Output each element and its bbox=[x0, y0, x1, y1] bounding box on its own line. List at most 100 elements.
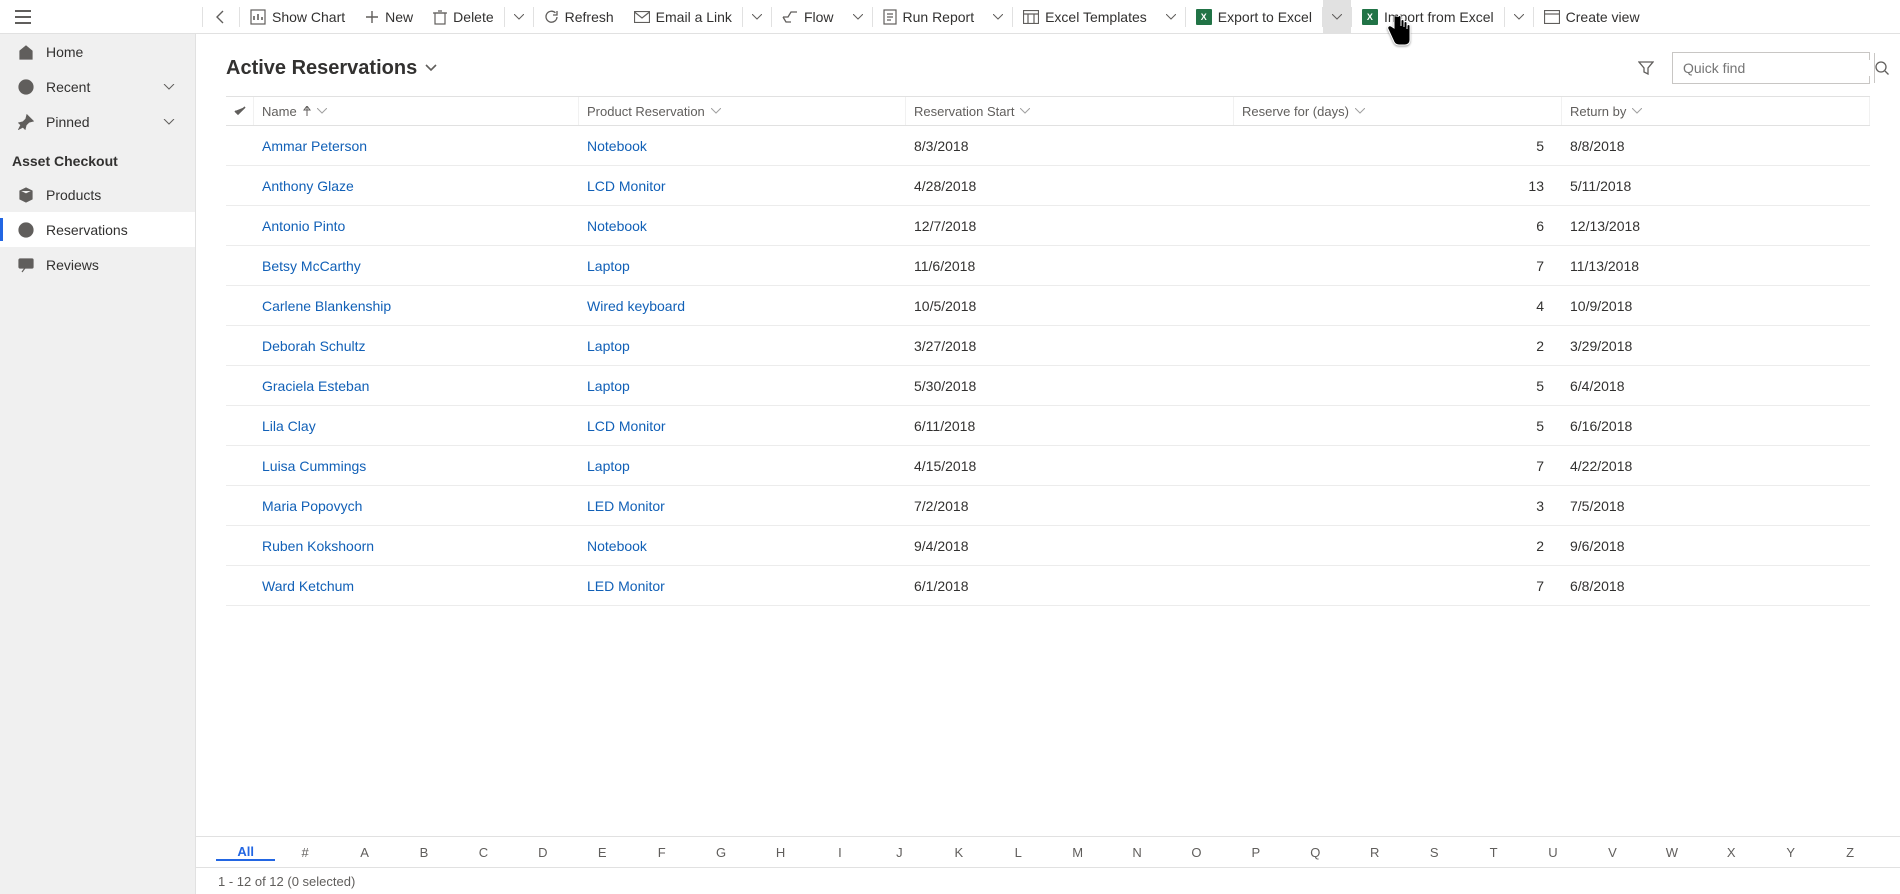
email-link-button[interactable]: Email a Link bbox=[624, 0, 742, 33]
product-link[interactable]: Notebook bbox=[587, 538, 647, 554]
sidebar-item-reservations[interactable]: Reservations bbox=[0, 212, 195, 247]
excel-templates-button[interactable]: Excel Templates bbox=[1013, 0, 1157, 33]
create-view-button[interactable]: Create view bbox=[1534, 0, 1650, 33]
column-header-days[interactable]: Reserve for (days) bbox=[1234, 97, 1562, 125]
new-button[interactable]: New bbox=[355, 0, 423, 33]
product-link[interactable]: LCD Monitor bbox=[587, 178, 666, 194]
import-from-excel-dropdown[interactable] bbox=[1505, 0, 1533, 33]
product-link[interactable]: LED Monitor bbox=[587, 578, 665, 594]
name-link[interactable]: Ward Ketchum bbox=[262, 578, 354, 594]
sidebar-item-pinned[interactable]: Pinned bbox=[0, 104, 195, 139]
alpha-o[interactable]: O bbox=[1167, 845, 1226, 860]
table-row[interactable]: Deborah SchultzLaptop3/27/201823/29/2018 bbox=[226, 326, 1870, 366]
hamburger-menu-button[interactable] bbox=[6, 0, 40, 34]
name-link[interactable]: Luisa Cummings bbox=[262, 458, 366, 474]
column-header-start[interactable]: Reservation Start bbox=[906, 97, 1234, 125]
sidebar-item-recent[interactable]: Recent bbox=[0, 69, 195, 104]
run-report-button[interactable]: Run Report bbox=[873, 0, 985, 33]
email-link-dropdown[interactable] bbox=[743, 0, 771, 33]
quick-find[interactable] bbox=[1672, 52, 1870, 84]
name-link[interactable]: Carlene Blankenship bbox=[262, 298, 391, 314]
view-selector[interactable]: Active Reservations bbox=[226, 57, 437, 80]
column-header-product[interactable]: Product Reservation bbox=[579, 97, 906, 125]
delete-button[interactable]: Delete bbox=[423, 0, 503, 33]
alpha-k[interactable]: K bbox=[929, 845, 988, 860]
delete-dropdown[interactable] bbox=[505, 0, 533, 33]
name-link[interactable]: Ammar Peterson bbox=[262, 138, 367, 154]
name-link[interactable]: Anthony Glaze bbox=[262, 178, 354, 194]
name-link[interactable]: Betsy McCarthy bbox=[262, 258, 361, 274]
name-link[interactable]: Maria Popovych bbox=[262, 498, 362, 514]
refresh-button[interactable]: Refresh bbox=[534, 0, 624, 33]
column-header-return-by[interactable]: Return by bbox=[1562, 97, 1870, 125]
alpha-m[interactable]: M bbox=[1048, 845, 1107, 860]
sidebar-item-home[interactable]: Home bbox=[0, 34, 195, 69]
alpha-#[interactable]: # bbox=[275, 845, 334, 860]
import-from-excel-button[interactable]: X Import from Excel bbox=[1352, 0, 1504, 33]
product-link[interactable]: Notebook bbox=[587, 218, 647, 234]
table-row[interactable]: Carlene BlankenshipWired keyboard10/5/20… bbox=[226, 286, 1870, 326]
alpha-x[interactable]: X bbox=[1702, 845, 1761, 860]
alpha-g[interactable]: G bbox=[691, 845, 750, 860]
column-header-name[interactable]: Name bbox=[254, 97, 579, 125]
product-link[interactable]: LCD Monitor bbox=[587, 418, 666, 434]
table-row[interactable]: Ward KetchumLED Monitor6/1/201876/8/2018 bbox=[226, 566, 1870, 606]
alpha-all[interactable]: All bbox=[216, 844, 275, 861]
sidebar-item-reviews[interactable]: Reviews bbox=[0, 247, 195, 282]
product-link[interactable]: Laptop bbox=[587, 258, 630, 274]
flow-button[interactable]: Flow bbox=[772, 0, 844, 33]
table-row[interactable]: Graciela EstebanLaptop5/30/201856/4/2018 bbox=[226, 366, 1870, 406]
alpha-p[interactable]: P bbox=[1226, 845, 1285, 860]
alpha-n[interactable]: N bbox=[1107, 845, 1166, 860]
alpha-j[interactable]: J bbox=[870, 845, 929, 860]
product-link[interactable]: Wired keyboard bbox=[587, 298, 685, 314]
name-link[interactable]: Antonio Pinto bbox=[262, 218, 345, 234]
alpha-q[interactable]: Q bbox=[1286, 845, 1345, 860]
alpha-b[interactable]: B bbox=[394, 845, 453, 860]
table-row[interactable]: Ruben KokshoornNotebook9/4/201829/6/2018 bbox=[226, 526, 1870, 566]
product-link[interactable]: Notebook bbox=[587, 138, 647, 154]
table-row[interactable]: Luisa CummingsLaptop4/15/201874/22/2018 bbox=[226, 446, 1870, 486]
alpha-v[interactable]: V bbox=[1583, 845, 1642, 860]
filter-button[interactable] bbox=[1632, 54, 1660, 82]
alpha-z[interactable]: Z bbox=[1820, 845, 1879, 860]
name-link[interactable]: Ruben Kokshoorn bbox=[262, 538, 374, 554]
alpha-h[interactable]: H bbox=[751, 845, 810, 860]
excel-templates-dropdown[interactable] bbox=[1157, 0, 1185, 33]
export-to-excel-dropdown[interactable] bbox=[1323, 0, 1351, 33]
alpha-c[interactable]: C bbox=[454, 845, 513, 860]
name-link[interactable]: Lila Clay bbox=[262, 418, 316, 434]
alpha-d[interactable]: D bbox=[513, 845, 572, 860]
alpha-i[interactable]: I bbox=[810, 845, 869, 860]
table-row[interactable]: Betsy McCarthyLaptop11/6/2018711/13/2018 bbox=[226, 246, 1870, 286]
alpha-a[interactable]: A bbox=[335, 845, 394, 860]
table-row[interactable]: Ammar PetersonNotebook8/3/201858/8/2018 bbox=[226, 126, 1870, 166]
table-row[interactable]: Maria PopovychLED Monitor7/2/201837/5/20… bbox=[226, 486, 1870, 526]
back-button[interactable] bbox=[203, 0, 239, 33]
table-row[interactable]: Antonio PintoNotebook12/7/2018612/13/201… bbox=[226, 206, 1870, 246]
alpha-f[interactable]: F bbox=[632, 845, 691, 860]
product-link[interactable]: Laptop bbox=[587, 458, 630, 474]
sidebar-item-products[interactable]: Products bbox=[0, 177, 195, 212]
name-link[interactable]: Graciela Esteban bbox=[262, 378, 369, 394]
product-link[interactable]: Laptop bbox=[587, 378, 630, 394]
alpha-r[interactable]: R bbox=[1345, 845, 1404, 860]
alpha-l[interactable]: L bbox=[988, 845, 1047, 860]
product-link[interactable]: LED Monitor bbox=[587, 498, 665, 514]
name-link[interactable]: Deborah Schultz bbox=[262, 338, 366, 354]
select-all-column[interactable] bbox=[226, 97, 254, 125]
alpha-e[interactable]: E bbox=[573, 845, 632, 860]
alpha-s[interactable]: S bbox=[1404, 845, 1463, 860]
alpha-y[interactable]: Y bbox=[1761, 845, 1820, 860]
table-row[interactable]: Lila ClayLCD Monitor6/11/201856/16/2018 bbox=[226, 406, 1870, 446]
show-chart-button[interactable]: Show Chart bbox=[240, 0, 355, 33]
alpha-u[interactable]: U bbox=[1523, 845, 1582, 860]
search-button[interactable] bbox=[1874, 53, 1889, 83]
table-row[interactable]: Anthony GlazeLCD Monitor4/28/2018135/11/… bbox=[226, 166, 1870, 206]
quick-find-input[interactable] bbox=[1673, 60, 1874, 76]
alpha-w[interactable]: W bbox=[1642, 845, 1701, 860]
run-report-dropdown[interactable] bbox=[984, 0, 1012, 33]
alpha-t[interactable]: T bbox=[1464, 845, 1523, 860]
export-to-excel-button[interactable]: X Export to Excel bbox=[1186, 0, 1322, 33]
product-link[interactable]: Laptop bbox=[587, 338, 630, 354]
